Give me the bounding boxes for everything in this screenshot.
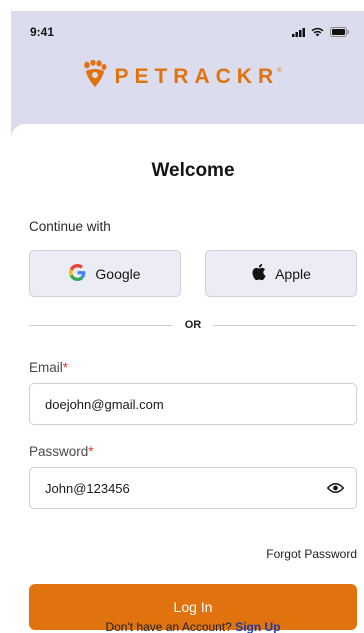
- signup-prompt: Don't have an Account? Sign Up: [0, 620, 364, 633]
- wifi-icon: [311, 27, 324, 37]
- page-title: Welcome: [151, 160, 235, 181]
- brand-logo: PETRACKR ®: [0, 59, 364, 95]
- password-label: Password*: [29, 444, 94, 459]
- login-screen: 9:41 PETRACKR ® Welcome Continue with Go…: [0, 0, 364, 633]
- or-divider: OR: [29, 318, 357, 332]
- password-label-text: Password: [29, 444, 89, 459]
- signal-icon: [292, 27, 305, 37]
- apple-signin-button[interactable]: Apple: [205, 250, 357, 297]
- email-field[interactable]: [45, 396, 344, 412]
- google-icon: [69, 263, 86, 284]
- status-icons: [292, 27, 350, 37]
- forgot-password-link[interactable]: Forgot Password: [266, 547, 357, 561]
- divider-label: OR: [184, 319, 202, 331]
- battery-icon: [330, 27, 350, 37]
- signup-link[interactable]: Sign Up: [235, 620, 280, 633]
- password-field-box: [29, 467, 357, 509]
- email-field-box: [29, 383, 357, 425]
- google-button-label: Google: [95, 265, 141, 282]
- email-label: Email*: [29, 360, 68, 375]
- registered-mark: ®: [277, 68, 282, 74]
- required-mark: *: [88, 444, 94, 459]
- password-field[interactable]: [45, 480, 327, 496]
- status-time: 9:41: [30, 25, 55, 39]
- paw-icon: [82, 59, 108, 95]
- apple-button-label: Apple: [275, 265, 311, 282]
- google-signin-button[interactable]: Google: [29, 250, 181, 297]
- continue-with-label: Continue with: [29, 219, 111, 234]
- eye-icon[interactable]: [327, 482, 344, 494]
- status-bar: 9:41: [30, 24, 350, 40]
- signup-prompt-text: Don't have an Account?: [105, 620, 232, 633]
- required-mark: *: [62, 360, 69, 375]
- apple-icon: [251, 263, 266, 284]
- divider-line-left: [29, 324, 173, 326]
- email-label-text: Email: [29, 360, 63, 375]
- divider-line-right: [213, 324, 357, 326]
- brand-name: PETRACKR: [114, 65, 280, 88]
